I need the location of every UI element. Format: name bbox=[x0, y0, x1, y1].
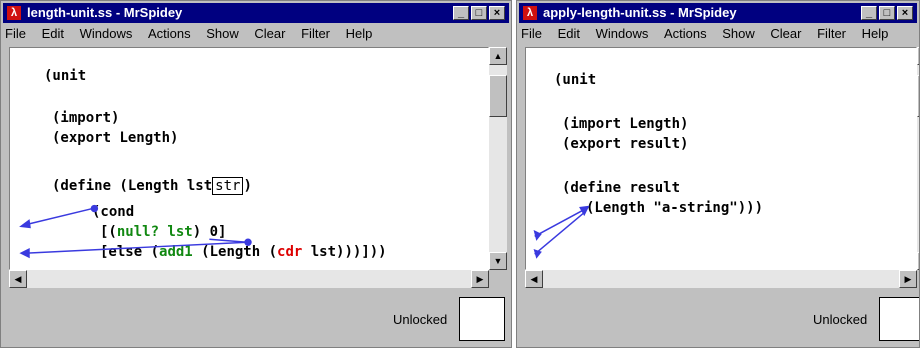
code-text: ) bbox=[170, 130, 179, 146]
code-line: (export result) bbox=[562, 136, 688, 152]
menu-help[interactable]: Help bbox=[346, 25, 373, 43]
status-box bbox=[879, 297, 919, 341]
menu-actions[interactable]: Actions bbox=[664, 25, 707, 43]
code-line: [else (add1 (Length (cdr lst)))])) bbox=[100, 244, 387, 260]
menu-filter[interactable]: Filter bbox=[817, 25, 846, 43]
maximize-icon[interactable]: □ bbox=[471, 6, 487, 20]
menu-edit[interactable]: Edit bbox=[42, 25, 64, 43]
window-title: length-unit.ss - MrSpidey bbox=[27, 5, 183, 20]
code-line: (define (Length lst str) bbox=[52, 177, 252, 195]
status-label: Unlocked bbox=[813, 312, 868, 327]
mrspidey-app-icon[interactable]: λ bbox=[7, 6, 21, 20]
code-text: (Length "a-string"))) bbox=[586, 200, 764, 216]
scroll-left-icon[interactable]: ◀ bbox=[525, 270, 543, 288]
menu-clear[interactable]: Clear bbox=[770, 25, 801, 43]
code-text: (Length ( bbox=[192, 244, 278, 260]
window-apply-length-unit[interactable]: λ apply-length-unit.ss - MrSpidey _ □ × … bbox=[516, 0, 920, 348]
scroll-left-icon[interactable]: ◀ bbox=[9, 270, 27, 288]
menu-windows[interactable]: Windows bbox=[596, 25, 649, 43]
menu-actions[interactable]: Actions bbox=[148, 25, 191, 43]
code-line: (Length "a-string"))) bbox=[586, 200, 763, 216]
code-text: (define bbox=[562, 180, 630, 196]
menu-file[interactable]: File bbox=[521, 25, 542, 43]
window-title: apply-length-unit.ss - MrSpidey bbox=[543, 5, 737, 20]
selected-identifier[interactable]: str bbox=[212, 177, 244, 195]
code-text: [else ( bbox=[100, 244, 160, 260]
mrspidey-app-icon[interactable]: λ bbox=[523, 6, 537, 20]
window-length-unit[interactable]: λ length-unit.ss - MrSpidey _ □ × File E… bbox=[0, 0, 512, 348]
close-icon[interactable]: × bbox=[897, 6, 913, 20]
scroll-right-icon[interactable]: ▶ bbox=[899, 270, 917, 288]
menu-windows[interactable]: Windows bbox=[80, 25, 133, 43]
scroll-up-icon[interactable]: ▲ bbox=[489, 47, 507, 65]
menu-bar: File Edit Windows Actions Show Clear Fil… bbox=[521, 25, 915, 43]
code-text: result bbox=[629, 136, 681, 152]
code-text: ) 0] bbox=[192, 224, 227, 240]
code-text: cdr bbox=[277, 244, 303, 260]
code-text: Length lst bbox=[127, 178, 213, 194]
menu-show[interactable]: Show bbox=[206, 25, 239, 43]
code-line: (cond bbox=[92, 204, 134, 220]
code-text: (define ( bbox=[52, 178, 128, 194]
code-text: (import Length) bbox=[562, 116, 689, 132]
menu-bar: File Edit Windows Actions Show Clear Fil… bbox=[5, 25, 507, 43]
menu-edit[interactable]: Edit bbox=[558, 25, 580, 43]
code-text: (import) bbox=[52, 110, 120, 126]
code-text: (unit bbox=[554, 72, 597, 88]
title-bar[interactable]: λ apply-length-unit.ss - MrSpidey _ □ × bbox=[519, 3, 917, 23]
horizontal-scrollbar[interactable]: ◀ ▶ bbox=[9, 270, 489, 288]
code-text: (export bbox=[52, 130, 120, 146]
code-text: (cond bbox=[92, 204, 135, 220]
scroll-down-icon[interactable]: ▼ bbox=[489, 252, 507, 270]
close-icon[interactable]: × bbox=[489, 6, 505, 20]
code-text: (export bbox=[562, 136, 630, 152]
code-line: (unit bbox=[44, 68, 86, 84]
code-text: (unit bbox=[44, 68, 87, 84]
code-editor[interactable]: (unit (import Length) (export result) (d… bbox=[525, 47, 917, 270]
code-line: (import Length) bbox=[562, 116, 688, 132]
code-text: ) bbox=[243, 178, 252, 194]
code-line: (unit bbox=[554, 72, 596, 88]
code-text: lst)))])) bbox=[302, 244, 387, 260]
code-editor[interactable]: (unit (import) (export Length) (define (… bbox=[9, 47, 489, 270]
minimize-icon[interactable]: _ bbox=[861, 6, 877, 20]
code-text: [( bbox=[100, 224, 117, 240]
code-text: Length bbox=[119, 130, 171, 146]
code-line: (export Length) bbox=[52, 130, 178, 146]
status-box bbox=[459, 297, 505, 341]
menu-show[interactable]: Show bbox=[722, 25, 755, 43]
code-line: (import) bbox=[52, 110, 119, 126]
code-text: add1 bbox=[159, 244, 193, 260]
vertical-scrollbar[interactable]: ▲ ▼ bbox=[489, 47, 507, 270]
scroll-thumb[interactable] bbox=[489, 75, 507, 117]
title-bar[interactable]: λ length-unit.ss - MrSpidey _ □ × bbox=[3, 3, 509, 23]
minimize-icon[interactable]: _ bbox=[453, 6, 469, 20]
code-text: ) bbox=[680, 136, 689, 152]
code-text: result bbox=[629, 180, 681, 196]
code-text: null? lst bbox=[116, 224, 193, 240]
menu-file[interactable]: File bbox=[5, 25, 26, 43]
menu-help[interactable]: Help bbox=[862, 25, 889, 43]
horizontal-scrollbar[interactable]: ◀ ▶ bbox=[525, 270, 917, 288]
scroll-corner bbox=[489, 270, 507, 288]
code-line: (define result bbox=[562, 180, 680, 196]
menu-filter[interactable]: Filter bbox=[301, 25, 330, 43]
menu-clear[interactable]: Clear bbox=[254, 25, 285, 43]
scroll-right-icon[interactable]: ▶ bbox=[471, 270, 489, 288]
maximize-icon[interactable]: □ bbox=[879, 6, 895, 20]
code-line: [(null? lst) 0] bbox=[100, 224, 226, 240]
status-label: Unlocked bbox=[393, 312, 448, 327]
